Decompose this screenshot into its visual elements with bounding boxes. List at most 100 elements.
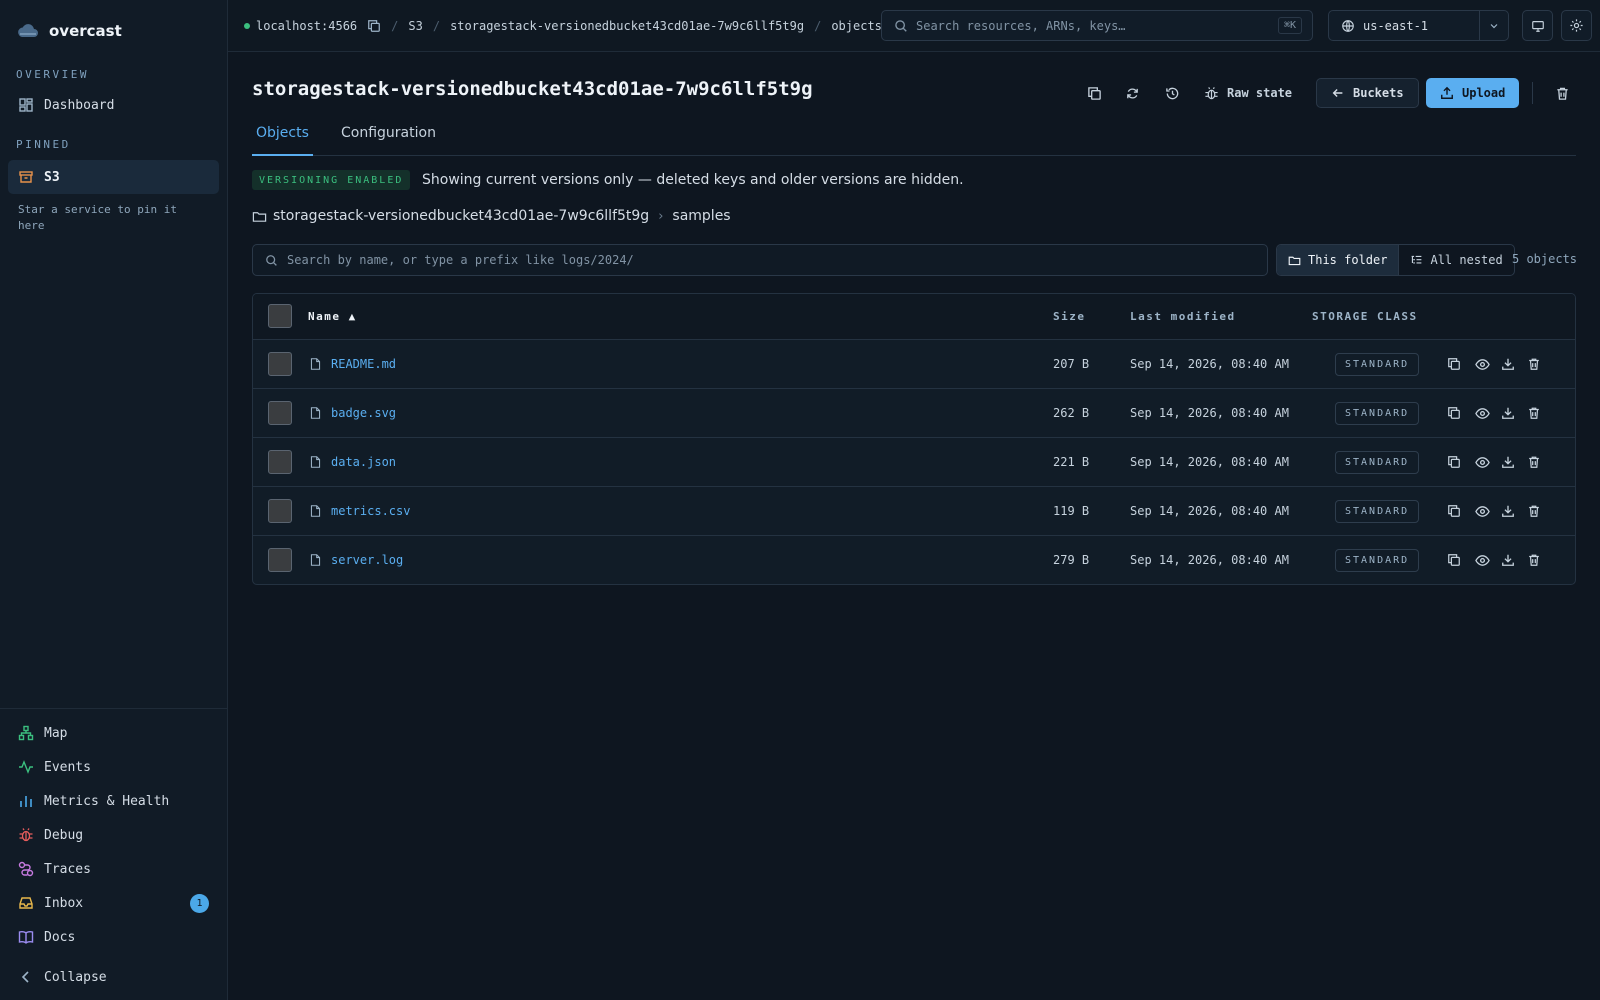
settings-button[interactable] <box>1561 10 1592 41</box>
row-checkbox[interactable] <box>268 450 292 474</box>
object-name-link[interactable]: data.json <box>331 455 396 469</box>
copy-icon[interactable] <box>1445 551 1463 569</box>
file-icon <box>309 357 322 371</box>
delete-bucket-button[interactable] <box>1552 78 1572 108</box>
row-checkbox[interactable] <box>268 352 292 376</box>
trash-icon[interactable] <box>1525 355 1543 373</box>
copy-icon[interactable] <box>1445 502 1463 520</box>
region-current[interactable]: us-east-1 <box>1329 11 1480 40</box>
sidebar-item-dashboard[interactable]: Dashboard <box>8 88 219 122</box>
copy-button[interactable] <box>1084 78 1104 108</box>
crumb-objects[interactable]: objects <box>831 19 882 33</box>
display-button[interactable] <box>1522 10 1553 41</box>
region-select[interactable]: us-east-1 <box>1328 10 1509 41</box>
versioning-note: Showing current versions only — deleted … <box>422 172 964 188</box>
copy-icon[interactable] <box>1445 404 1463 422</box>
eye-icon[interactable] <box>1473 551 1491 569</box>
path-bucket[interactable]: storagestack-versionedbucket43cd01ae-7w9… <box>273 208 649 224</box>
col-size[interactable]: Size <box>1053 310 1086 323</box>
table-row[interactable]: badge.svg 262 B Sep 14, 2026, 08:40 AM STAN… <box>253 389 1575 438</box>
sidebar-item-label: Traces <box>44 861 91 877</box>
collapse-button[interactable]: Collapse <box>8 960 219 994</box>
download-icon[interactable] <box>1499 453 1517 471</box>
object-name-link[interactable]: badge.svg <box>331 406 396 420</box>
download-icon[interactable] <box>1499 404 1517 422</box>
upload-button[interactable]: Upload <box>1426 78 1520 108</box>
copy-icon[interactable] <box>1445 355 1463 373</box>
table-row[interactable]: server.log 279 B Sep 14, 2026, 08:40 AM STA… <box>253 536 1575 584</box>
object-size: 119 B <box>1053 504 1090 518</box>
object-search-input[interactable]: Search by name, or type a prefix like lo… <box>252 244 1268 276</box>
raw-state-button[interactable]: Raw state <box>1204 78 1292 108</box>
table-header: Name ▲ Size Last modified STORAGE CLASS <box>253 294 1575 340</box>
scope-toggle: This folder All nested <box>1276 244 1515 276</box>
object-name-link[interactable]: metrics.csv <box>331 504 410 518</box>
book-icon <box>18 929 34 945</box>
sidebar-item-label: S3 <box>44 169 60 185</box>
row-checkbox[interactable] <box>268 499 292 523</box>
table-row[interactable]: README.md 207 B Sep 14, 2026, 08:40 AM STAN… <box>253 340 1575 389</box>
crumb-separator: / <box>814 19 822 33</box>
col-name[interactable]: Name ▲ <box>308 310 357 323</box>
trash-icon[interactable] <box>1525 551 1543 569</box>
path-folder[interactable]: samples <box>672 208 730 224</box>
sidebar-item-debug[interactable]: Debug <box>8 818 219 852</box>
crumb-bucket[interactable]: storagestack-versionedbucket43cd01ae-7w9… <box>450 19 804 33</box>
download-icon[interactable] <box>1499 502 1517 520</box>
activity-icon <box>18 759 34 775</box>
file-icon <box>309 455 322 469</box>
inbox-badge: 1 <box>190 893 209 913</box>
sidebar-item-label: Metrics & Health <box>44 793 170 809</box>
eye-icon[interactable] <box>1473 502 1491 520</box>
sidebar-item-inbox[interactable]: Inbox 1 <box>8 886 219 920</box>
scope-all-nested[interactable]: All nested <box>1398 245 1513 275</box>
sidebar-item-traces[interactable]: Traces <box>8 852 219 886</box>
versioning-badge: VERSIONING ENABLED <box>252 170 411 190</box>
object-name-link[interactable]: server.log <box>331 553 403 567</box>
history-button[interactable] <box>1162 78 1182 108</box>
eye-icon[interactable] <box>1473 404 1491 422</box>
scope-this-folder[interactable]: This folder <box>1277 245 1399 275</box>
upload-icon <box>1440 86 1454 100</box>
row-checkbox[interactable] <box>268 548 292 572</box>
list-tree-icon <box>1410 254 1423 267</box>
objects-table: Name ▲ Size Last modified STORAGE CLASS … <box>252 293 1576 585</box>
table-row[interactable]: metrics.csv 119 B Sep 14, 2026, 08:40 AM ST… <box>253 487 1575 536</box>
select-all-checkbox[interactable] <box>268 304 292 328</box>
col-modified[interactable]: Last modified <box>1130 310 1236 323</box>
copy-icon[interactable] <box>367 19 381 33</box>
copy-icon[interactable] <box>1445 453 1463 471</box>
download-icon[interactable] <box>1499 355 1517 373</box>
tab-configuration[interactable]: Configuration <box>337 125 440 156</box>
object-modified: Sep 14, 2026, 08:40 AM <box>1130 455 1289 469</box>
page-title: storagestack-versionedbucket43cd01ae-7w9… <box>252 78 813 100</box>
download-icon[interactable] <box>1499 551 1517 569</box>
trash-icon[interactable] <box>1525 502 1543 520</box>
eye-icon[interactable] <box>1473 453 1491 471</box>
sidebar-item-events[interactable]: Events <box>8 750 219 784</box>
object-modified: Sep 14, 2026, 08:40 AM <box>1130 504 1289 518</box>
sidebar-item-map[interactable]: Map <box>8 716 219 750</box>
logo[interactable]: overcast <box>16 22 122 40</box>
global-search-input[interactable]: Search resources, ARNs, keys… ⌘K <box>881 10 1313 41</box>
sidebar-item-s3[interactable]: S3 <box>8 160 219 194</box>
object-name-link[interactable]: README.md <box>331 357 396 371</box>
scope-label: All nested <box>1430 253 1503 267</box>
tab-objects[interactable]: Objects <box>252 125 313 156</box>
eye-icon[interactable] <box>1473 355 1491 373</box>
chevron-right-icon: › <box>658 208 664 224</box>
raw-state-label: Raw state <box>1227 86 1293 100</box>
refresh-button[interactable] <box>1122 78 1142 108</box>
trash-icon[interactable] <box>1525 453 1543 471</box>
sidebar-item-docs[interactable]: Docs <box>8 920 219 954</box>
archive-icon <box>18 169 34 185</box>
sidebar: overcast OVERVIEW Dashboard PINNED S3 St… <box>0 0 228 1000</box>
file-icon <box>309 504 322 518</box>
sidebar-item-metrics-health[interactable]: Metrics & Health <box>8 784 219 818</box>
trash-icon[interactable] <box>1525 404 1543 422</box>
buckets-button[interactable]: Buckets <box>1316 78 1419 108</box>
region-dropdown-button[interactable] <box>1480 20 1508 32</box>
row-checkbox[interactable] <box>268 401 292 425</box>
table-row[interactable]: data.json 221 B Sep 14, 2026, 08:40 AM STAN… <box>253 438 1575 487</box>
crumb-service[interactable]: S3 <box>408 19 422 33</box>
